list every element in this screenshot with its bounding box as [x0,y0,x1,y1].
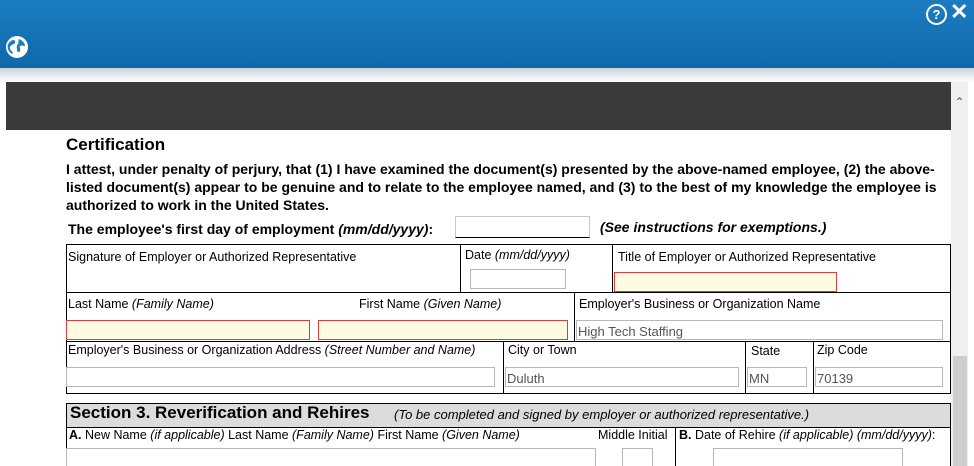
first-name-text: First Name [359,297,424,311]
rehire-text: Date of Rehire [691,428,780,442]
title-label: Title of Employer or Authorized Represen… [618,250,876,264]
zip-input[interactable]: 70139 [815,367,943,387]
table-row-divider-1 [66,292,951,293]
col-divider-city [503,341,504,393]
table-row-divider-2 [66,341,951,342]
section3-col-divider [675,427,676,466]
rehire-date-input[interactable] [713,448,903,466]
date-input[interactable] [470,269,566,289]
first-name-hint: (Given Name) [423,297,502,311]
header-shadow [0,68,974,82]
globe-icon[interactable] [4,34,30,60]
document-toolbar [6,82,951,130]
help-icon[interactable]: ? [926,4,947,25]
first-day-text: The employee's first day of employment [68,221,339,237]
address-input[interactable] [66,367,495,387]
rehire-date-label: B. Date of Rehire (if applicable) (mm/dd… [679,428,935,442]
new-last-name-text: Last Name [224,428,293,442]
city-input[interactable]: Duluth [505,367,739,387]
first-day-input[interactable] [455,216,590,238]
section3-border-right [950,403,951,466]
new-name-label: A. New Name (if applicable) Last Name (F… [69,428,520,442]
first-name-label: First Name (Given Name) [359,297,501,311]
city-label: City or Town [508,343,577,357]
last-name-text: Last Name [68,297,132,311]
table-border-right [950,244,951,394]
first-day-label: The employee's first day of employment (… [68,221,433,237]
signature-label: Signature of Employer or Authorized Repr… [68,250,357,264]
last-name-input[interactable] [66,320,310,340]
col-divider-title [612,244,613,292]
first-name-input[interactable] [318,320,568,340]
scroll-up-arrow-icon[interactable]: ⌃ [951,96,968,110]
section3-title: Section 3. Reverification and Rehires [70,403,370,422]
certification-heading: Certification [66,135,166,154]
middle-initial-label: Middle Initial [598,428,668,442]
rehire-colon: : [931,428,936,442]
rehire-hint: (if applicable) (mm/dd/yyyy) [779,428,932,442]
state-input[interactable]: MN [747,367,807,387]
title-input[interactable] [614,272,837,292]
new-name-input[interactable] [66,448,596,466]
zip-label: Zip Code [817,343,868,357]
rehire-prefix: B. [679,428,692,442]
date-format: (mm/dd/yyyy) [494,248,570,262]
col-divider-date [460,244,461,292]
new-name-hint: (if applicable) [150,428,225,442]
col-divider-org [574,292,575,341]
see-instructions-note: (See instructions for exemptions.) [600,219,827,235]
last-name-hint: (Family Name) [131,297,214,311]
close-icon[interactable]: ✕ [950,1,968,23]
date-label-text: Date [465,248,495,262]
table-border-top [66,244,951,245]
new-first-name-hint: (Given Name) [442,428,520,442]
address-hint: (Street Number and Name) [324,343,476,357]
new-first-name-text: First Name [373,428,443,442]
address-text: Employer's Business or Organization Addr… [68,343,325,357]
table-border-bottom [66,393,951,394]
last-name-label: Last Name (Family Name) [68,297,214,311]
col-divider-state [745,341,746,393]
section3-subtitle: (To be completed and signed by employer … [394,407,810,422]
org-name-input[interactable]: High Tech Staffing [576,320,943,340]
first-day-colon: : [428,221,434,237]
address-label: Employer's Business or Organization Addr… [68,343,475,357]
middle-initial-input[interactable] [622,448,653,466]
window-header [0,0,974,68]
col-divider-zip [813,341,814,393]
scrollbar-thumb[interactable] [953,356,967,466]
new-name-prefix: A. [69,428,82,442]
org-name-label: Employer's Business or Organization Name [579,297,821,311]
date-label: Date (mm/dd/yyyy) [465,248,570,262]
first-day-format: (mm/dd/yyyy) [338,221,429,237]
new-last-name-hint: (Family Name) [292,428,374,442]
new-name-text: New Name [81,428,151,442]
state-label: State [751,344,781,358]
attestation-text: I attest, under penalty of perjury, that… [66,161,937,213]
